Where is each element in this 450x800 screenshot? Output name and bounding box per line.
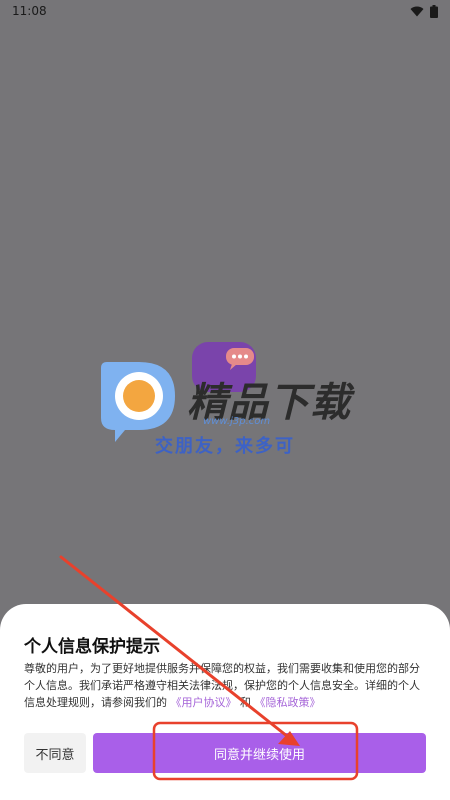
privacy-dialog: 个人信息保护提示 尊敬的用户，为了更好地提供服务并保障您的权益，我们需要收集和使… bbox=[0, 604, 450, 800]
dialog-connector: 和 bbox=[240, 696, 251, 709]
battery-icon bbox=[430, 4, 438, 18]
status-icons bbox=[410, 4, 438, 18]
status-bar: 11:08 bbox=[0, 0, 450, 22]
watermark-url: www.j3p.com bbox=[203, 416, 271, 427]
p-logo-icon bbox=[101, 362, 175, 442]
wifi-icon bbox=[410, 6, 424, 17]
user-agreement-link[interactable]: 《用户协议》 bbox=[171, 696, 237, 709]
dialog-title: 个人信息保护提示 bbox=[24, 637, 160, 657]
watermark-slogan: 交朋友，来多可 bbox=[155, 436, 295, 457]
agree-continue-button[interactable]: 同意并继续使用 bbox=[93, 733, 426, 773]
chat-icon bbox=[226, 348, 254, 370]
dialog-body: 尊敬的用户，为了更好地提供服务并保障您的权益，我们需要收集和使用您的部分个人信息… bbox=[24, 660, 428, 711]
disagree-button[interactable]: 不同意 bbox=[24, 733, 86, 773]
status-time: 11:08 bbox=[12, 4, 47, 18]
watermark-logo: 精品下载 www.j3p.com 交朋友，来多可 bbox=[95, 340, 355, 460]
privacy-policy-link[interactable]: 《隐私政策》 bbox=[255, 696, 321, 709]
